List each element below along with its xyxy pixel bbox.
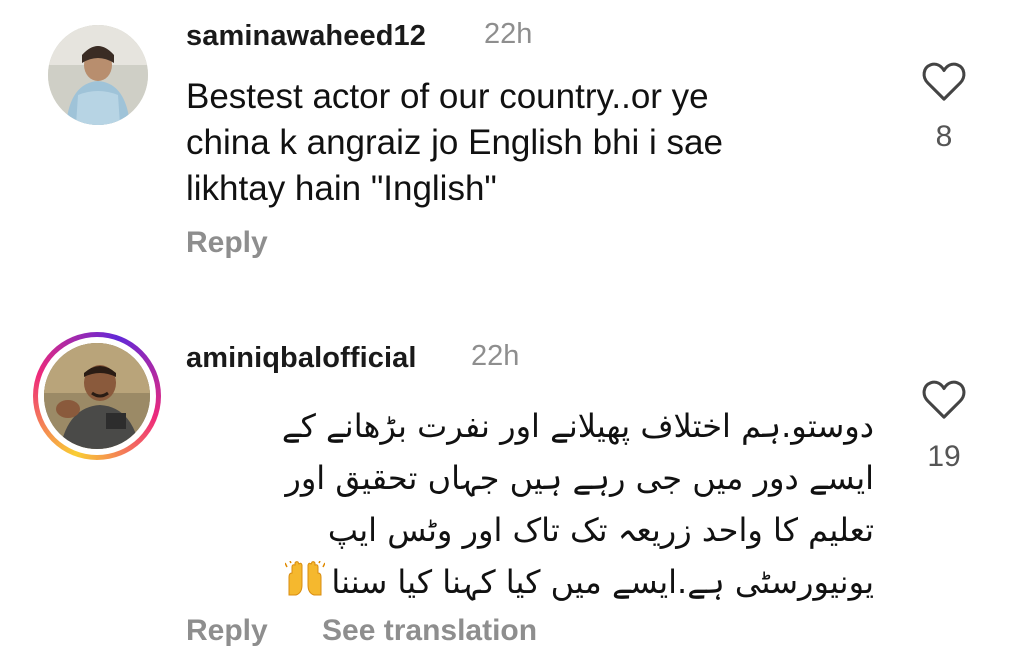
comment-text-line: Bestest actor of our country..or ye	[186, 77, 709, 116]
reply-button[interactable]: Reply	[186, 226, 268, 260]
comment-text-line: یونیورسٹی ہے.ایسے میں کیا کہنا کیا سننا	[180, 556, 874, 608]
raised-hands-icon	[284, 556, 331, 608]
timestamp: 22h	[484, 18, 533, 50]
comment-text-line: ایسے دور میں جی رہے ہیں جہاں تحقیق اور	[285, 459, 874, 497]
avatar-photo	[44, 343, 150, 449]
comment-text-line-text: یونیورسٹی ہے.ایسے میں کیا کہنا کیا سننا	[331, 563, 874, 601]
like-count: 19	[927, 440, 961, 473]
avatar[interactable]	[33, 332, 161, 460]
comment-text-line: likhtay hain "Inglish"	[186, 169, 497, 208]
comment-text: دوستو.ہم اختلاف پھیلانے اور نفرت بڑھانے …	[180, 400, 874, 608]
see-translation-button[interactable]: See translation	[322, 614, 537, 648]
comment-text-line: دوستو.ہم اختلاف پھیلانے اور نفرت بڑھانے …	[281, 407, 874, 445]
comment-text: Bestest actor of our country..or ye chin…	[186, 74, 723, 212]
username[interactable]: aminiqbalofficial	[186, 342, 417, 375]
reply-button[interactable]: Reply	[186, 614, 268, 648]
avatar-photo	[48, 25, 148, 125]
heart-icon[interactable]	[921, 60, 967, 102]
avatar[interactable]	[48, 25, 148, 125]
comment-text-line: china k angraiz jo English bhi i sae	[186, 123, 723, 162]
like-count: 8	[935, 120, 953, 153]
heart-icon[interactable]	[921, 378, 967, 420]
comment-text-line: تعلیم کا واحد زریعہ تک تاک اور وٹس ایپ	[327, 511, 874, 549]
timestamp: 22h	[471, 340, 520, 372]
username[interactable]: saminawaheed12	[186, 20, 426, 53]
